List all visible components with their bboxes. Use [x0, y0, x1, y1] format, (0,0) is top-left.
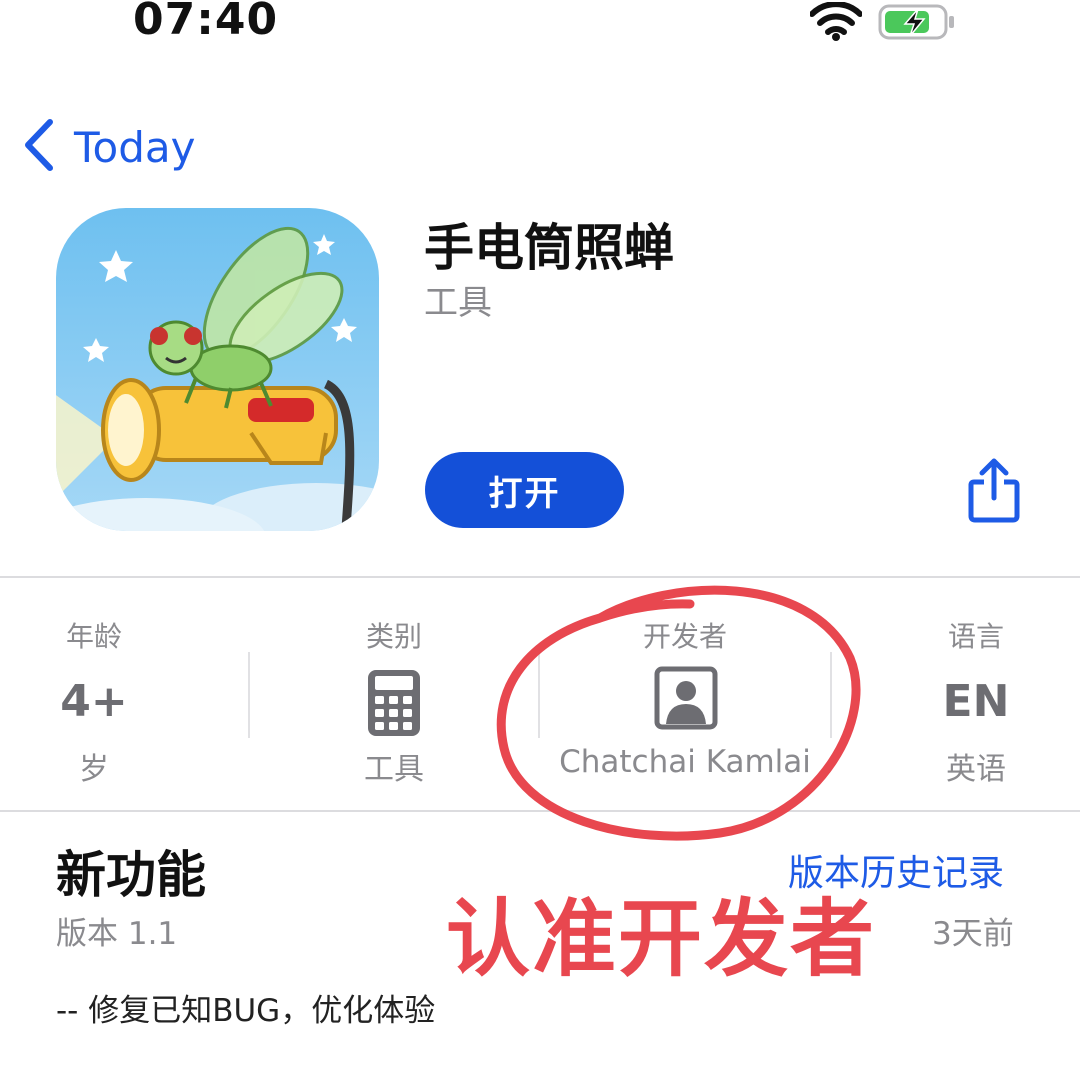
battery-charging-icon [878, 2, 958, 46]
app-name: 手电筒照蝉 [424, 219, 674, 277]
annotation-text: 认准开发者 [446, 890, 877, 988]
chevron-left-icon [22, 118, 56, 176]
back-button[interactable]: Today [22, 118, 195, 176]
info-category-header: 类别 [365, 620, 422, 653]
back-label: Today [74, 122, 196, 172]
app-icon [56, 208, 379, 531]
status-time: 07:40 [133, 0, 279, 45]
info-language-value: EN [942, 676, 1010, 727]
open-button[interactable]: 打开 [425, 452, 624, 528]
whats-new-title: 新功能 [56, 846, 206, 904]
info-age-header: 年龄 [65, 620, 122, 653]
version-label: 版本 1.1 [56, 916, 178, 952]
info-language-header: 语言 [947, 620, 1004, 653]
release-notes: -- 修复已知BUG，优化体验 [56, 993, 436, 1029]
info-age-value: 4+ [60, 676, 128, 727]
app-category: 工具 [424, 283, 492, 323]
release-time: 3天前 [932, 916, 1014, 952]
share-icon[interactable] [966, 458, 1022, 528]
info-age-sub: 岁 [79, 752, 109, 787]
calculator-icon [366, 668, 422, 742]
wifi-icon [809, 1, 863, 46]
annotation-circle [490, 578, 870, 852]
separator [248, 652, 250, 738]
